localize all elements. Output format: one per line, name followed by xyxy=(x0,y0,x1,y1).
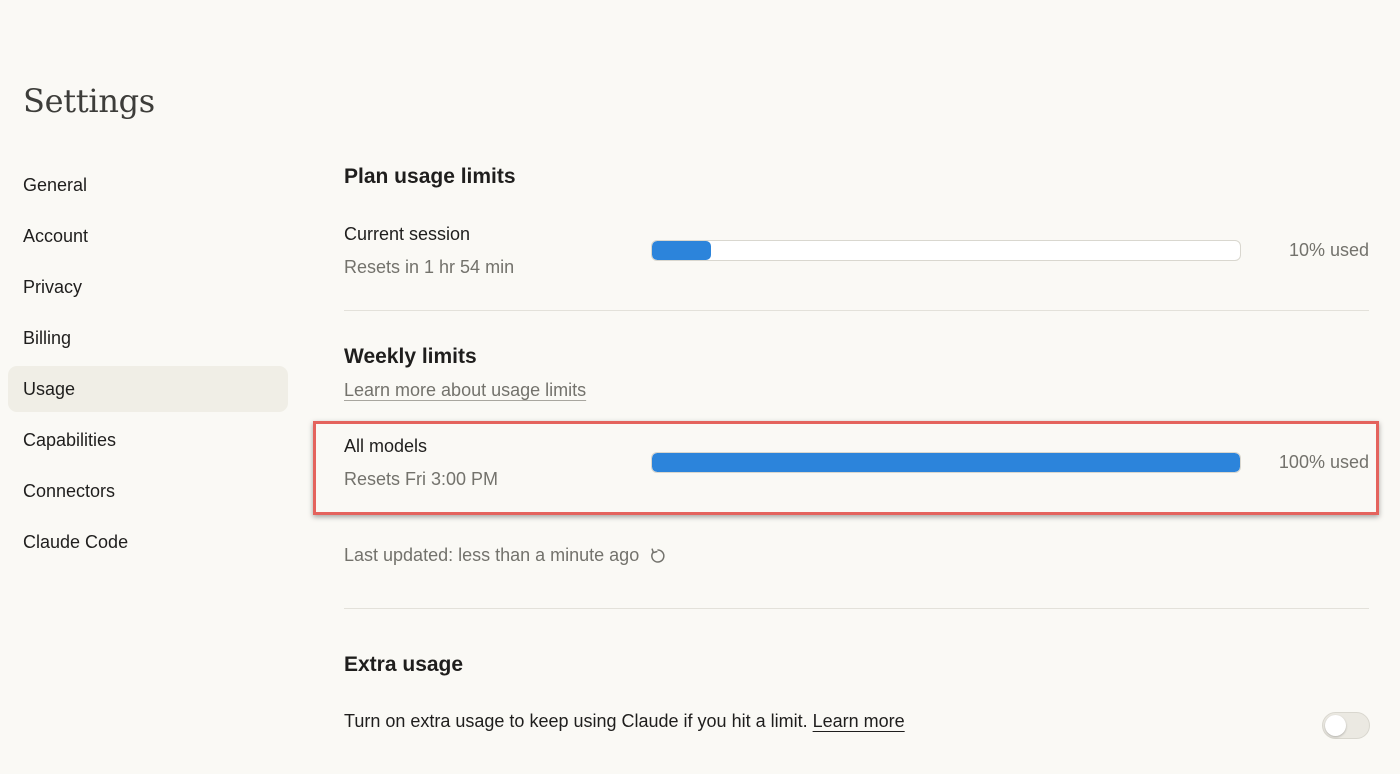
sidebar-item-billing[interactable]: Billing xyxy=(8,315,288,361)
all-models-percent: 100% used xyxy=(1278,452,1369,472)
sidebar-item-usage[interactable]: Usage xyxy=(8,366,288,412)
current-session-progress-bar xyxy=(651,240,1241,261)
sidebar-item-connectors[interactable]: Connectors xyxy=(8,468,288,514)
current-session-reset: Resets in 1 hr 54 min xyxy=(344,257,515,277)
usage-panel: Plan usage limits Current session Resets… xyxy=(344,0,1370,774)
extra-usage-description: Turn on extra usage to keep using Claude… xyxy=(344,711,905,732)
divider xyxy=(344,608,1369,609)
sidebar-item-account[interactable]: Account xyxy=(8,213,288,259)
extra-usage-heading: Extra usage xyxy=(344,653,464,676)
sidebar-item-privacy[interactable]: Privacy xyxy=(8,264,288,310)
last-updated-row: Last updated: less than a minute ago xyxy=(344,545,667,566)
current-session-progress-fill xyxy=(652,241,711,260)
all-models-label: All models xyxy=(344,436,428,456)
sidebar-item-general[interactable]: General xyxy=(8,162,288,208)
current-session-label: Current session xyxy=(344,224,471,244)
weekly-limits-heading: Weekly limits xyxy=(344,345,477,368)
all-models-reset: Resets Fri 3:00 PM xyxy=(344,469,499,489)
sidebar-item-claude-code[interactable]: Claude Code xyxy=(8,519,288,565)
extra-usage-learn-more-link[interactable]: Learn more xyxy=(813,711,905,731)
plan-usage-heading: Plan usage limits xyxy=(344,165,516,188)
sidebar-item-capabilities[interactable]: Capabilities xyxy=(8,417,288,463)
all-models-progress-bar xyxy=(651,452,1241,473)
extra-usage-text: Turn on extra usage to keep using Claude… xyxy=(344,711,808,731)
sidebar: General Account Privacy Billing Usage Ca… xyxy=(8,162,288,570)
refresh-icon[interactable] xyxy=(649,547,667,565)
page-title: Settings xyxy=(23,82,155,120)
all-models-progress-fill xyxy=(652,453,1240,472)
extra-usage-toggle[interactable] xyxy=(1322,712,1370,739)
current-session-percent: 10% used xyxy=(1288,240,1369,260)
toggle-knob xyxy=(1325,715,1346,736)
divider xyxy=(344,310,1369,311)
learn-more-usage-limits-link[interactable]: Learn more about usage limits xyxy=(344,380,586,401)
last-updated-text: Last updated: less than a minute ago xyxy=(344,545,640,565)
